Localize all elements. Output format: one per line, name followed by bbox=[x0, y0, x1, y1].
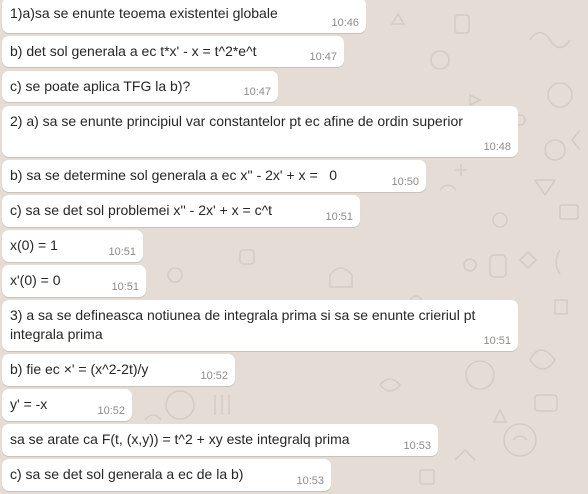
message-timestamp: 10:53 bbox=[296, 475, 324, 487]
message-text: 1)a)sa se enunte teoema existentei globa… bbox=[10, 5, 278, 21]
message-bubble[interactable]: sa se arate ca F(t, (x,y)) = t^2 + xy es… bbox=[2, 424, 438, 456]
message-timestamp: 10:47 bbox=[243, 86, 271, 98]
message-bubble[interactable]: c) sa se det sol problemei x'' - 2x' + x… bbox=[2, 195, 360, 227]
message-timestamp: 10:51 bbox=[108, 246, 136, 258]
message-text: 3) a sa se defineasca notiunea de integr… bbox=[10, 307, 480, 342]
message-bubble[interactable]: 3) a sa se defineasca notiunea de integr… bbox=[2, 300, 518, 351]
message-bubble[interactable]: x'(0) = 0 10:51 bbox=[2, 265, 146, 297]
message-bubble[interactable]: c) se poate aplica TFG la b)? 10:47 bbox=[2, 71, 278, 102]
message-bubble[interactable]: b) det sol generala a ec t*x' - x = t^2*… bbox=[2, 36, 344, 67]
message-timestamp: 10:47 bbox=[309, 51, 337, 63]
message-text: 2) a) sa se enunte principiul var consta… bbox=[10, 113, 463, 129]
chat-message-list: 1)a)sa se enunte teoema existentei globa… bbox=[0, 0, 588, 494]
message-timestamp: 10:51 bbox=[111, 281, 139, 293]
message-timestamp: 10:51 bbox=[325, 211, 353, 223]
message-timestamp: 10:52 bbox=[200, 370, 228, 382]
message-text: b) sa se determine sol generala a ec x''… bbox=[10, 167, 338, 183]
message-text: c) sa se det sol generala a ec de la b) bbox=[10, 466, 244, 482]
message-bubble[interactable]: b) fie ec ×' = (x^2-2t)/y 10:52 bbox=[2, 354, 235, 386]
message-bubble[interactable]: 1)a)sa se enunte teoema existentei globa… bbox=[2, 0, 366, 33]
message-timestamp: 10:50 bbox=[391, 176, 419, 188]
message-text: sa se arate ca F(t, (x,y)) = t^2 + xy es… bbox=[10, 431, 350, 447]
message-text: c) sa se det sol problemei x'' - 2x' + x… bbox=[10, 202, 273, 218]
message-text: b) fie ec ×' = (x^2-2t)/y bbox=[10, 361, 149, 377]
message-timestamp: 10:48 bbox=[483, 141, 511, 153]
message-bubble[interactable]: x(0) = 1 10:51 bbox=[2, 230, 143, 262]
message-text: c) se poate aplica TFG la b)? bbox=[10, 78, 191, 94]
message-timestamp: 10:52 bbox=[97, 405, 125, 417]
message-timestamp: 10:51 bbox=[483, 335, 511, 347]
message-timestamp: 10:46 bbox=[331, 17, 359, 29]
message-bubble[interactable]: y' = -x 10:52 bbox=[2, 389, 132, 421]
message-timestamp: 10:53 bbox=[403, 440, 431, 452]
message-bubble[interactable]: 2) a) sa se enunte principiul var consta… bbox=[2, 106, 518, 157]
message-text: b) det sol generala a ec t*x' - x = t^2*… bbox=[10, 43, 257, 59]
message-bubble[interactable]: c) sa se det sol generala a ec de la b) … bbox=[2, 459, 331, 491]
message-bubble[interactable]: b) sa se determine sol generala a ec x''… bbox=[2, 160, 426, 192]
